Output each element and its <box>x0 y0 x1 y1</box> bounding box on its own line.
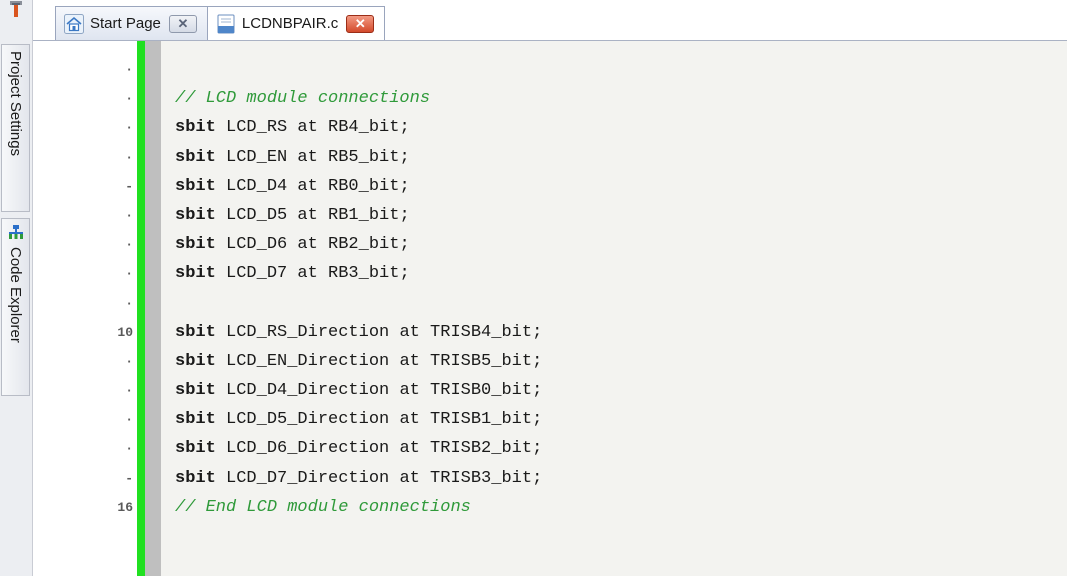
code-comment: // LCD module connections <box>175 89 431 109</box>
line-number: · <box>125 237 133 253</box>
close-icon[interactable]: ✕ <box>168 14 197 33</box>
line-number: · <box>125 91 133 107</box>
code-text: sbit LCD_EN at RB5_bit; <box>175 143 410 172</box>
code-lines: · · // LCD module connections · sbit LCD… <box>33 55 1067 522</box>
tab-start-page[interactable]: Start Page ✕ <box>55 6 207 40</box>
code-text: sbit LCD_EN_Direction at TRISB5_bit; <box>175 347 542 376</box>
code-text: sbit LCD_D6_Direction at TRISB2_bit; <box>175 434 542 463</box>
keyword: sbit <box>175 381 216 401</box>
project-settings-panel-tab[interactable]: Project Settings <box>1 44 30 212</box>
line-number: · <box>125 383 133 399</box>
code-rest: LCD_D5_Direction at TRISB1_bit; <box>215 410 543 430</box>
close-icon[interactable]: ✕ <box>346 14 375 33</box>
keyword: sbit <box>175 351 216 371</box>
code-line: · sbit LCD_D6_Direction at TRISB2_bit; <box>33 434 1067 463</box>
line-number: · <box>125 412 133 428</box>
code-line: · sbit LCD_EN at RB5_bit; <box>33 143 1067 172</box>
code-line: 16 // End LCD module connections <box>33 493 1067 522</box>
line-number: · <box>125 207 133 223</box>
tab-lcdnbpair-c-label: LCDNBPAIR.c <box>241 15 339 32</box>
code-text: sbit LCD_RS at RB4_bit; <box>175 113 410 142</box>
code-rest: LCD_EN_Direction at TRISB5_bit; <box>215 351 543 371</box>
code-rest: LCD_D7 at RB3_bit; <box>215 264 410 284</box>
code-text: sbit LCD_D5 at RB1_bit; <box>175 201 410 230</box>
project-settings-label: Project Settings <box>7 51 24 157</box>
code-explorer-panel-tab[interactable]: Code Explorer <box>1 218 30 396</box>
code-line: 10 sbit LCD_RS_Direction at TRISB4_bit; <box>33 318 1067 347</box>
code-line: · sbit LCD_D6 at RB2_bit; <box>33 230 1067 259</box>
home-icon <box>64 13 84 34</box>
keyword: sbit <box>175 176 216 196</box>
keyword: sbit <box>175 468 216 488</box>
code-text: sbit LCD_D6 at RB2_bit; <box>175 230 410 259</box>
line-number: · <box>125 62 133 77</box>
keyword: sbit <box>175 147 216 167</box>
code-rest: LCD_D4_Direction at TRISB0_bit; <box>215 381 543 401</box>
file-icon <box>217 14 235 33</box>
keyword: sbit <box>175 410 216 430</box>
keyword: sbit <box>175 439 216 459</box>
code-rest: LCD_D6 at RB2_bit; <box>215 235 410 255</box>
code-rest: LCD_EN at RB5_bit; <box>215 147 410 167</box>
left-dock: Project Settings Code Explorer <box>0 0 33 576</box>
code-text: sbit LCD_D5_Direction at TRISB1_bit; <box>175 405 542 434</box>
code-rest: LCD_D7_Direction at TRISB3_bit; <box>215 468 543 488</box>
code-line: · sbit LCD_D7 at RB3_bit; <box>33 259 1067 288</box>
code-line: · sbit LCD_RS at RB4_bit; <box>33 113 1067 142</box>
code-explorer-label: Code Explorer <box>7 247 24 343</box>
keyword: sbit <box>175 322 216 342</box>
tree-icon <box>9 225 23 239</box>
code-line: · sbit LCD_D5 at RB1_bit; <box>33 201 1067 230</box>
editor-tab-bar: Start Page ✕ LCDNBPAIR.c ✕ <box>33 0 1067 41</box>
line-number: · <box>125 149 133 165</box>
code-line: · sbit LCD_D4_Direction at TRISB0_bit; <box>33 376 1067 405</box>
code-rest: LCD_RS at RB4_bit; <box>215 118 410 138</box>
code-text: sbit LCD_RS_Direction at TRISB4_bit; <box>175 318 542 347</box>
code-text: sbit LCD_D7_Direction at TRISB3_bit; <box>175 464 542 493</box>
wrench-icon[interactable] <box>7 0 25 18</box>
code-rest: LCD_D4 at RB0_bit; <box>215 176 410 196</box>
code-line: · <box>33 289 1067 318</box>
code-line: · <box>33 55 1067 84</box>
code-line: - sbit LCD_D7_Direction at TRISB3_bit; <box>33 464 1067 493</box>
code-comment: // End LCD module connections <box>175 497 471 517</box>
line-number: · <box>125 120 133 136</box>
code-rest: LCD_RS_Direction at TRISB4_bit; <box>215 322 543 342</box>
line-number: · <box>125 441 133 457</box>
code-text: sbit LCD_D4 at RB0_bit; <box>175 172 410 201</box>
code-text: sbit LCD_D7 at RB3_bit; <box>175 259 410 288</box>
code-text: sbit LCD_D4_Direction at TRISB0_bit; <box>175 376 542 405</box>
code-line: · // LCD module connections <box>33 84 1067 113</box>
line-number: 16 <box>117 499 133 515</box>
line-number: · <box>125 295 133 311</box>
code-rest: LCD_D5 at RB1_bit; <box>215 205 410 225</box>
code-line: · sbit LCD_EN_Direction at TRISB5_bit; <box>33 347 1067 376</box>
keyword: sbit <box>175 118 216 138</box>
tab-strip: Start Page ✕ LCDNBPAIR.c ✕ <box>55 6 386 40</box>
line-number: · <box>125 353 133 369</box>
code-editor[interactable]: · · // LCD module connections · sbit LCD… <box>33 41 1067 576</box>
tab-start-page-label: Start Page <box>90 15 161 32</box>
tab-lcdnbpair-c[interactable]: LCDNBPAIR.c ✕ <box>206 6 386 40</box>
line-number: - <box>125 470 133 486</box>
keyword: sbit <box>175 235 216 255</box>
code-line: · sbit LCD_D5_Direction at TRISB1_bit; <box>33 405 1067 434</box>
line-number: · <box>125 266 133 282</box>
code-rest: LCD_D6_Direction at TRISB2_bit; <box>215 439 543 459</box>
line-number: - <box>125 178 133 194</box>
keyword: sbit <box>175 264 216 284</box>
keyword: sbit <box>175 205 216 225</box>
code-line: - sbit LCD_D4 at RB0_bit; <box>33 172 1067 201</box>
line-number: 10 <box>117 324 133 340</box>
